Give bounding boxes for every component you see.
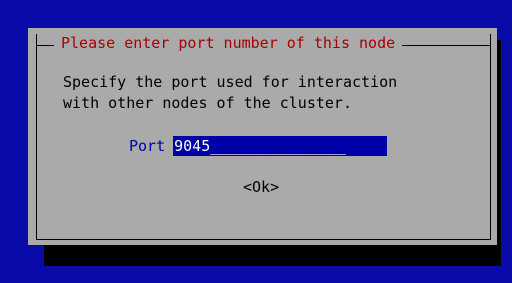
port-field-row: Port 9045_______________ xyxy=(129,136,388,156)
ok-button[interactable]: <Ok> xyxy=(243,177,279,197)
title-left-marker xyxy=(36,34,37,52)
dialog-title: Please enter port number of this node xyxy=(54,33,403,53)
message-line-1: Specify the port used for interaction xyxy=(63,73,398,91)
port-label: Port xyxy=(129,137,166,155)
port-input-fill: _______________ xyxy=(210,137,346,155)
port-dialog: Please enter port number of this node Sp… xyxy=(28,28,497,245)
port-value: 9045 xyxy=(174,137,211,155)
message-line-2: with other nodes of the cluster. xyxy=(63,94,352,112)
port-input[interactable]: 9045_______________ xyxy=(173,136,388,156)
title-right-marker xyxy=(490,34,491,52)
dialog-message: Specify the port used for interaction wi… xyxy=(63,72,397,114)
